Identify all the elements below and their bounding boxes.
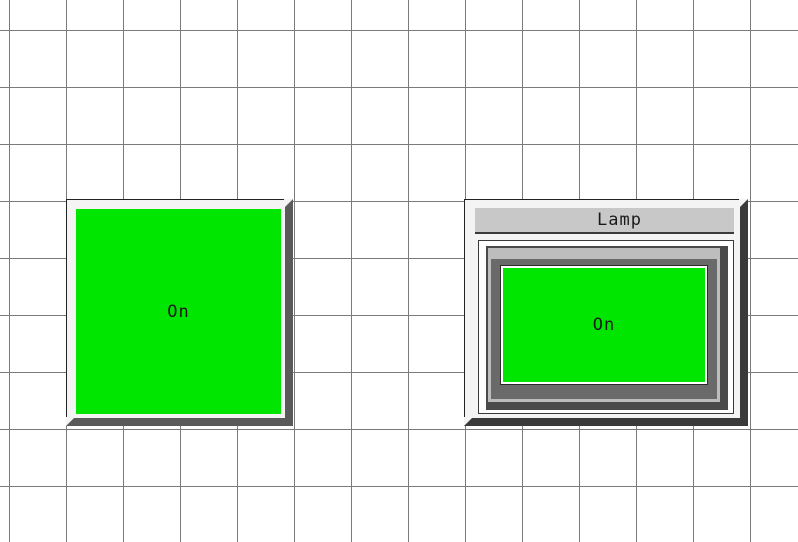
design-canvas-grid[interactable]: On Lamp On	[0, 0, 798, 542]
button-face[interactable]: On	[76, 209, 281, 414]
on-off-button-widget[interactable]: On	[66, 199, 293, 426]
button-state-label: On	[167, 301, 190, 322]
lamp-title: Lamp	[597, 210, 642, 230]
lamp-state-label: On	[592, 315, 616, 335]
lamp-face: On	[500, 265, 708, 385]
button-bevel-corner	[284, 199, 293, 208]
button-bevel-corner	[66, 417, 75, 426]
lamp-bevel-corner	[464, 417, 473, 426]
lamp-bevel-corner	[739, 199, 748, 208]
lamp-indicator-widget[interactable]: Lamp On	[464, 199, 748, 426]
lamp-title-bar: Lamp	[475, 208, 734, 234]
